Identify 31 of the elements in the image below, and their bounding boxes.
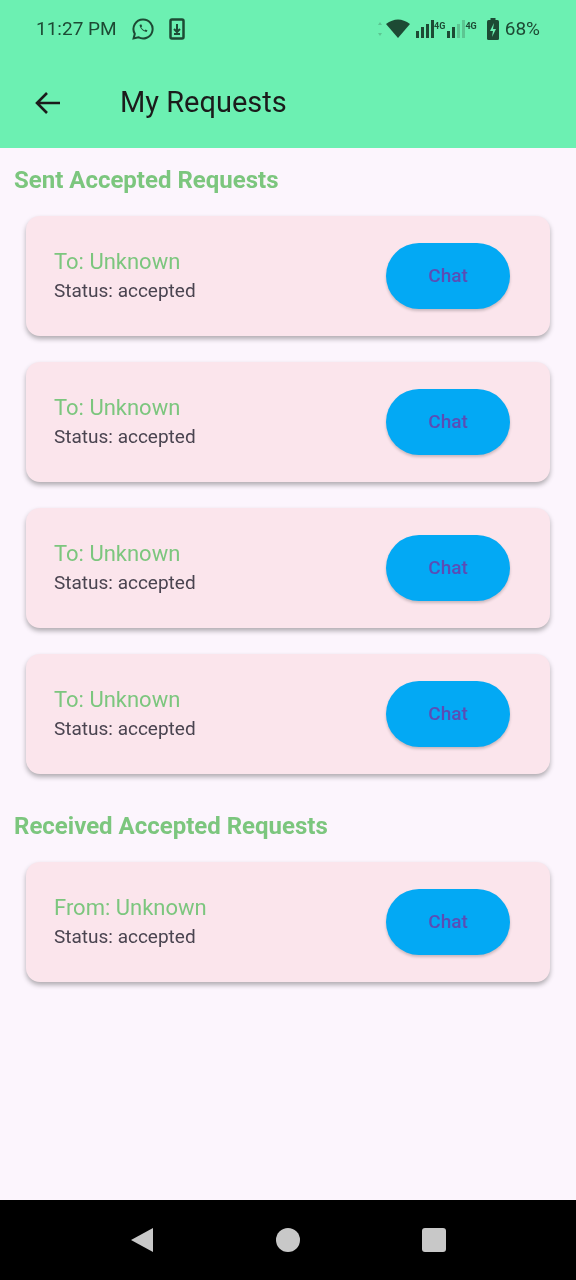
recents-nav-icon[interactable] [421, 1227, 447, 1253]
back-nav-icon[interactable] [129, 1226, 155, 1254]
request-party: To: Unknown [54, 394, 182, 422]
network-type: 4G [465, 20, 477, 33]
request-status: Status: accepted [54, 424, 197, 450]
back-arrow-icon [34, 91, 62, 115]
request-party: To: Unknown [54, 686, 182, 714]
chat-button[interactable]: Chat [386, 389, 510, 455]
request-status: Status: accepted [54, 716, 197, 742]
request-status: Status: accepted [54, 570, 197, 596]
battery-percentage: 68% [504, 15, 540, 42]
app-bar-title: My Requests [120, 84, 287, 122]
signal-icon [416, 20, 435, 38]
request-party: From: Unknown [54, 894, 208, 922]
section-heading: Sent Accepted Requests [14, 165, 280, 196]
request-status: Status: accepted [54, 278, 197, 304]
chat-bubble-icon [130, 17, 155, 41]
download-icon [168, 18, 185, 40]
request-party: To: Unknown [54, 540, 182, 568]
chat-button[interactable]: Chat [386, 535, 510, 601]
chat-button[interactable]: Chat [386, 889, 510, 955]
request-status: Status: accepted [54, 924, 197, 950]
status-time: 11:27 PM [36, 15, 117, 42]
battery-icon [486, 18, 499, 40]
signal-icon [447, 20, 466, 38]
chat-button[interactable]: Chat [386, 681, 510, 747]
chat-button[interactable]: Chat [386, 243, 510, 309]
home-nav-icon[interactable] [275, 1227, 301, 1253]
section-heading: Received Accepted Requests [14, 811, 329, 842]
request-party: To: Unknown [54, 248, 182, 276]
network-type: 4G [434, 20, 446, 33]
